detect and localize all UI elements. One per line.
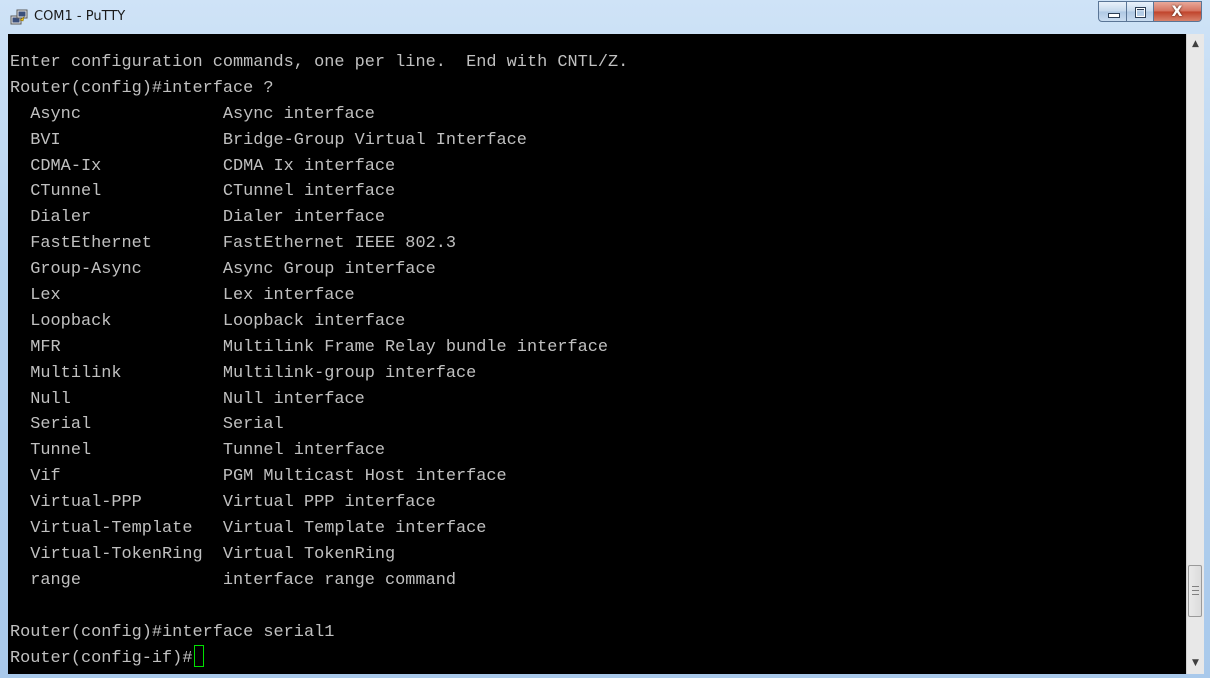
terminal-line: Tunnel Tunnel interface bbox=[10, 441, 386, 461]
title-bar[interactable]: COM1 - PuTTY X bbox=[0, 0, 1210, 34]
vertical-scrollbar[interactable]: ▲ ▼ bbox=[1186, 34, 1204, 674]
terminal-line: Lex Lex interface bbox=[10, 286, 355, 306]
close-button[interactable]: X bbox=[1154, 1, 1202, 22]
close-icon: X bbox=[1171, 4, 1183, 20]
caption-buttons: X bbox=[1098, 1, 1202, 22]
terminal-line: Enter configuration commands, one per li… bbox=[10, 53, 629, 72]
terminal-output: Enter configuration commands, one per li… bbox=[10, 50, 628, 671]
terminal-line: Virtual-Template Virtual Template interf… bbox=[10, 519, 487, 539]
window-title: COM1 - PuTTY bbox=[34, 9, 126, 24]
terminal-line: Router(config)#interface ? bbox=[10, 78, 274, 98]
grip-line bbox=[1192, 590, 1199, 591]
terminal-line: Loopback Loopback interface bbox=[10, 311, 406, 331]
terminal-line: CDMA-Ix CDMA Ix interface bbox=[10, 156, 396, 176]
terminal-line: Virtual-PPP Virtual PPP interface bbox=[10, 493, 436, 513]
terminal-line: BVI Bridge-Group Virtual Interface bbox=[10, 130, 527, 150]
terminal-line: CTunnel CTunnel interface bbox=[10, 182, 396, 202]
terminal-prompt-line: Router(config-if)# bbox=[10, 645, 628, 671]
terminal-line: Serial Serial bbox=[10, 415, 284, 435]
scrollbar-thumb[interactable] bbox=[1188, 565, 1202, 617]
grip-line bbox=[1192, 594, 1199, 595]
terminal-line: FastEthernet FastEthernet IEEE 802.3 bbox=[10, 234, 456, 254]
minimize-icon bbox=[1108, 13, 1120, 18]
terminal-line: Group-Async Async Group interface bbox=[10, 260, 436, 280]
maximize-icon bbox=[1135, 7, 1146, 18]
command-prompt: Router(config-if)# bbox=[10, 649, 193, 669]
terminal-line: Dialer Dialer interface bbox=[10, 208, 386, 228]
terminal-line: range interface range command bbox=[10, 570, 456, 590]
scroll-down-icon[interactable]: ▼ bbox=[1187, 655, 1204, 672]
terminal-line: Virtual-TokenRing Virtual TokenRing bbox=[10, 544, 396, 564]
terminal-line: Null Null interface bbox=[10, 389, 365, 409]
putty-window: COM1 - PuTTY X Enter configuration comma… bbox=[0, 0, 1210, 678]
terminal-screen[interactable]: Enter configuration commands, one per li… bbox=[8, 34, 1186, 674]
minimize-button[interactable] bbox=[1098, 1, 1127, 22]
terminal-line: MFR Multilink Frame Relay bundle interfa… bbox=[10, 337, 609, 357]
scroll-up-icon[interactable]: ▲ bbox=[1187, 36, 1204, 53]
grip-line bbox=[1192, 586, 1199, 587]
terminal-line: Multilink Multilink-group interface bbox=[10, 363, 477, 383]
maximize-button[interactable] bbox=[1127, 1, 1154, 22]
terminal-line: Router(config)#interface serial1 bbox=[10, 622, 335, 642]
terminal-line: Async Async interface bbox=[10, 104, 375, 124]
putty-icon[interactable] bbox=[10, 8, 28, 26]
text-cursor bbox=[194, 645, 205, 668]
terminal-line: Vif PGM Multicast Host interface bbox=[10, 467, 507, 487]
